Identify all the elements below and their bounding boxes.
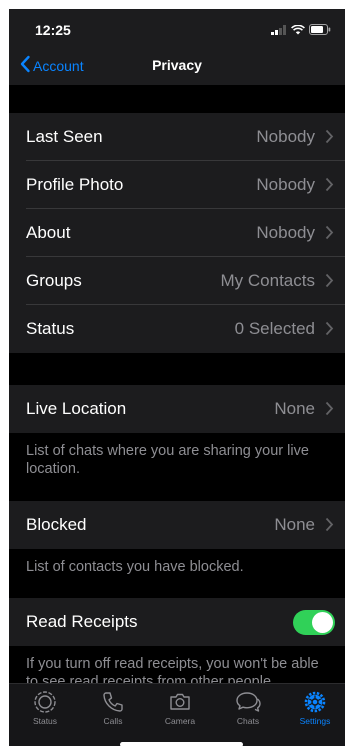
- row-groups[interactable]: Groups My Contacts: [9, 257, 345, 305]
- battery-icon: [309, 22, 331, 40]
- row-label: Groups: [26, 271, 82, 290]
- row-blocked[interactable]: Blocked None: [9, 501, 345, 549]
- chevron-right-icon: [325, 273, 334, 293]
- blocked-group: Blocked None: [9, 501, 345, 549]
- tab-camera[interactable]: Camera: [150, 690, 210, 726]
- privacy-settings-group: Last Seen Nobody Profile Photo Nobody Ab…: [9, 113, 345, 353]
- chevron-right-icon: [325, 129, 334, 149]
- home-indicator: [120, 742, 243, 746]
- tab-label: Settings: [299, 716, 331, 726]
- status-icon: [15, 690, 75, 714]
- screen: 12:25 Account Privacy Last Seen Nobody P…: [9, 9, 345, 746]
- tab-label: Status: [32, 716, 58, 726]
- row-value: 0 Selected: [234, 319, 315, 338]
- camera-icon: [150, 690, 210, 714]
- chevron-right-icon: [325, 321, 334, 341]
- blocked-footer: List of contacts you have blocked.: [26, 559, 244, 575]
- tab-label: Calls: [103, 716, 123, 726]
- chevron-right-icon: [325, 225, 334, 245]
- read-receipts-group: Read Receipts: [9, 598, 345, 646]
- row-about[interactable]: About Nobody: [9, 209, 345, 257]
- tab-settings[interactable]: Settings: [285, 690, 345, 726]
- tab-status[interactable]: Status: [15, 690, 75, 726]
- wifi-icon: [291, 22, 305, 40]
- row-value: Nobody: [256, 175, 315, 194]
- row-status[interactable]: Status 0 Selected: [9, 305, 345, 353]
- row-value: Nobody: [256, 127, 315, 146]
- row-label: Read Receipts: [26, 612, 138, 631]
- tab-label: Camera: [164, 716, 196, 726]
- row-label: Blocked: [26, 515, 87, 534]
- phone-icon: [83, 690, 143, 714]
- tab-label: Chats: [236, 716, 260, 726]
- status-bar: 12:25: [9, 9, 345, 45]
- row-read-receipts: Read Receipts: [9, 598, 345, 646]
- read-receipts-toggle[interactable]: [293, 610, 335, 635]
- navigation-bar: Account Privacy: [9, 45, 345, 85]
- signal-icon: [271, 22, 287, 40]
- chat-bubbles-icon: [218, 690, 278, 714]
- row-value: My Contacts: [220, 271, 315, 290]
- row-profile-photo[interactable]: Profile Photo Nobody: [9, 161, 345, 209]
- row-label: Profile Photo: [26, 175, 124, 194]
- row-value: None: [274, 515, 315, 534]
- row-last-seen[interactable]: Last Seen Nobody: [9, 113, 345, 161]
- live-location-footer: List of chats where you are sharing your…: [26, 443, 309, 477]
- gear-icon: [285, 690, 345, 714]
- toggle-knob: [312, 612, 333, 633]
- tab-calls[interactable]: Calls: [83, 690, 143, 726]
- tab-chats[interactable]: Chats: [218, 690, 278, 726]
- chevron-right-icon: [325, 517, 334, 537]
- status-icons: [271, 22, 331, 40]
- row-label: Live Location: [26, 399, 127, 418]
- row-label: Status: [26, 319, 75, 338]
- tab-bar: Status Calls Camera Chats Settings: [9, 683, 345, 746]
- chevron-right-icon: [325, 177, 334, 197]
- live-location-group: Live Location None: [9, 385, 345, 433]
- row-value: None: [274, 399, 315, 418]
- chevron-right-icon: [325, 401, 334, 421]
- row-live-location[interactable]: Live Location None: [9, 385, 345, 433]
- row-label: Last Seen: [26, 127, 103, 146]
- status-time: 12:25: [35, 22, 71, 38]
- row-label: About: [26, 223, 71, 242]
- row-value: Nobody: [256, 223, 315, 242]
- page-title: Privacy: [152, 57, 202, 73]
